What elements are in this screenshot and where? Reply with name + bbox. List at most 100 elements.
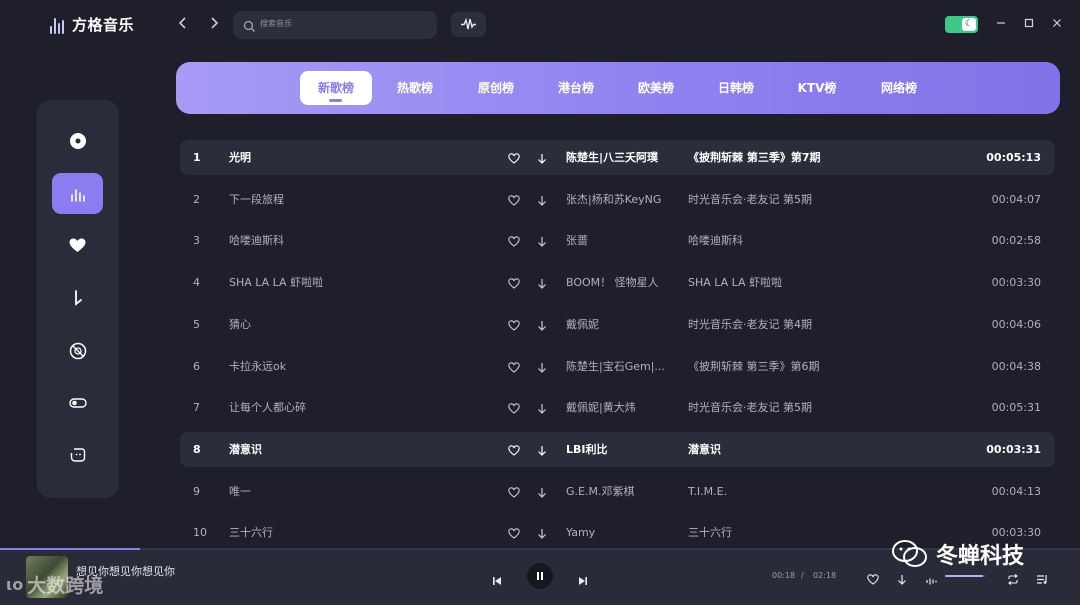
download-arrow-icon[interactable] xyxy=(537,474,551,509)
song-title[interactable]: 光明 xyxy=(229,140,489,175)
heart-outline-icon[interactable] xyxy=(508,223,522,258)
song-artist[interactable]: 张蔷 xyxy=(566,223,666,258)
minimize-icon[interactable] xyxy=(995,17,1007,31)
sidebar-item-emoji[interactable] xyxy=(52,434,103,475)
heart-outline-icon[interactable] xyxy=(508,265,522,300)
sidebar-item-toggle[interactable] xyxy=(52,382,103,423)
song-album[interactable]: 《披荆斩棘 第三季》第6期 xyxy=(688,349,928,384)
tab-new-songs[interactable]: 新歌榜 xyxy=(300,71,372,105)
pause-button[interactable] xyxy=(527,563,553,589)
heart-outline-icon[interactable] xyxy=(508,307,522,342)
song-title[interactable]: 唯一 xyxy=(229,474,489,509)
song-album[interactable]: 时光音乐会·老友记 第5期 xyxy=(688,182,928,217)
song-album[interactable]: 《披荆斩棘 第三季》第7期 xyxy=(688,140,928,175)
volume-icon[interactable] xyxy=(926,571,937,590)
tab-western[interactable]: 欧美榜 xyxy=(625,71,687,105)
close-icon[interactable] xyxy=(1051,17,1063,31)
audio-wave-button[interactable] xyxy=(451,12,486,37)
tab-ktv[interactable]: KTV榜 xyxy=(786,71,848,105)
sidebar-item-disc[interactable] xyxy=(52,120,103,161)
song-title[interactable]: 猜心 xyxy=(229,307,489,342)
volume-slider[interactable] xyxy=(945,575,985,577)
song-row[interactable]: 6 卡拉永远ok 陈楚生|宝石Gem|... 《披荆斩棘 第三季》第6期 00:… xyxy=(180,349,1055,384)
song-row[interactable]: 7 让每个人都心碎 戴佩妮|黄大炜 时光音乐会·老友记 第5期 00:05:31 xyxy=(180,390,1055,425)
heart-outline-icon[interactable] xyxy=(508,182,522,217)
download-arrow-icon[interactable] xyxy=(537,307,551,342)
current-time: 00:18 xyxy=(772,571,796,580)
download-icon[interactable] xyxy=(897,570,907,589)
song-album[interactable]: T.I.M.E. xyxy=(688,474,928,509)
heart-outline-icon[interactable] xyxy=(508,515,522,548)
heart-outline-icon[interactable] xyxy=(508,474,522,509)
song-artist[interactable]: G.E.M.邓紫棋 xyxy=(566,474,666,509)
tab-hot-songs[interactable]: 热歌榜 xyxy=(384,71,446,105)
sidebar-item-favorites[interactable] xyxy=(52,225,103,266)
song-row[interactable]: 8 潜意识 LBI利比 潜意识 00:03:31 xyxy=(180,432,1055,467)
song-artist[interactable]: 戴佩妮 xyxy=(566,307,666,342)
song-artist[interactable]: BOOM！ 怪物星人 xyxy=(566,265,666,300)
download-arrow-icon[interactable] xyxy=(537,265,551,300)
song-album[interactable]: 时光音乐会·老友记 第4期 xyxy=(688,307,928,342)
theme-toggle[interactable]: ☾ xyxy=(945,16,978,33)
forward-arrow-icon[interactable] xyxy=(207,16,221,34)
song-duration: 00:05:31 xyxy=(991,401,1041,414)
song-row[interactable]: 9 唯一 G.E.M.邓紫棋 T.I.M.E. 00:04:13 xyxy=(180,474,1055,509)
song-row[interactable]: 3 哈喽迪斯科 张蔷 哈喽迪斯科 00:02:58 xyxy=(180,223,1055,258)
tab-original[interactable]: 原创榜 xyxy=(465,71,527,105)
chart-bars-icon xyxy=(70,188,85,202)
song-album[interactable]: SHA LA LA 虾啦啦 xyxy=(688,265,928,300)
download-arrow-icon[interactable] xyxy=(537,432,551,467)
song-title[interactable]: SHA LA LA 虾啦啦 xyxy=(229,265,489,300)
song-artist[interactable]: Yamy xyxy=(566,515,666,548)
tab-network[interactable]: 网络榜 xyxy=(868,71,930,105)
download-arrow-icon[interactable] xyxy=(537,390,551,425)
heart-outline-icon[interactable] xyxy=(508,140,522,175)
sidebar-item-charts[interactable] xyxy=(52,173,103,214)
watermark-left: ιο 大数跨境 xyxy=(6,571,103,598)
search-input[interactable]: 搜索音乐 xyxy=(233,11,437,39)
sidebar-item-vinyl[interactable] xyxy=(52,330,103,371)
playlist-icon[interactable] xyxy=(1036,570,1048,589)
back-arrow-icon[interactable] xyxy=(176,16,190,34)
song-artist[interactable]: 张杰|杨和苏KeyNG xyxy=(566,182,666,217)
song-artist[interactable]: LBI利比 xyxy=(566,432,666,467)
tab-hk-tw[interactable]: 港台榜 xyxy=(545,71,607,105)
song-title[interactable]: 让每个人都心碎 xyxy=(229,390,489,425)
song-title[interactable]: 卡拉永远ok xyxy=(229,349,489,384)
song-row[interactable]: 4 SHA LA LA 虾啦啦 BOOM！ 怪物星人 SHA LA LA 虾啦啦… xyxy=(180,265,1055,300)
download-arrow-icon[interactable] xyxy=(537,182,551,217)
heart-outline-icon[interactable] xyxy=(508,349,522,384)
song-album[interactable]: 哈喽迪斯科 xyxy=(688,223,928,258)
download-arrow-icon[interactable] xyxy=(537,515,551,548)
song-title[interactable]: 潜意识 xyxy=(229,432,489,467)
repeat-icon[interactable] xyxy=(1007,570,1019,589)
download-arrow-icon[interactable] xyxy=(537,223,551,258)
song-artist[interactable]: 戴佩妮|黄大炜 xyxy=(566,390,666,425)
download-icon xyxy=(74,289,82,306)
song-row[interactable]: 2 下一段旅程 张杰|杨和苏KeyNG 时光音乐会·老友记 第5期 00:04:… xyxy=(180,182,1055,217)
download-arrow-icon[interactable] xyxy=(537,140,551,175)
tab-jp-kr[interactable]: 日韩榜 xyxy=(705,71,767,105)
heart-outline-icon[interactable] xyxy=(508,390,522,425)
maximize-icon[interactable] xyxy=(1023,17,1035,31)
heart-icon xyxy=(69,238,86,252)
song-artist[interactable]: 陈楚生|八三夭阿璞 xyxy=(566,140,666,175)
watermark-right-text: 冬蝉科技 xyxy=(936,544,1025,569)
download-arrow-icon[interactable] xyxy=(537,349,551,384)
song-title[interactable]: 哈喽迪斯科 xyxy=(229,223,489,258)
song-title[interactable]: 三十六行 xyxy=(229,515,489,548)
song-album[interactable]: 潜意识 xyxy=(688,432,928,467)
previous-icon[interactable] xyxy=(492,571,502,590)
like-icon[interactable] xyxy=(867,570,879,589)
toggle-icon xyxy=(68,397,87,408)
song-row[interactable]: 1 光明 陈楚生|八三夭阿璞 《披荆斩棘 第三季》第7期 00:05:13 xyxy=(180,140,1055,175)
song-artist[interactable]: 陈楚生|宝石Gem|... xyxy=(566,349,666,384)
playback-progress-fill xyxy=(0,548,141,550)
sidebar-item-downloads[interactable] xyxy=(52,277,103,318)
next-icon[interactable] xyxy=(578,571,588,590)
disc-icon xyxy=(69,132,86,149)
song-album[interactable]: 时光音乐会·老友记 第5期 xyxy=(688,390,928,425)
heart-outline-icon[interactable] xyxy=(508,432,522,467)
song-title[interactable]: 下一段旅程 xyxy=(229,182,489,217)
song-row[interactable]: 5 猜心 戴佩妮 时光音乐会·老友记 第4期 00:04:06 xyxy=(180,307,1055,342)
